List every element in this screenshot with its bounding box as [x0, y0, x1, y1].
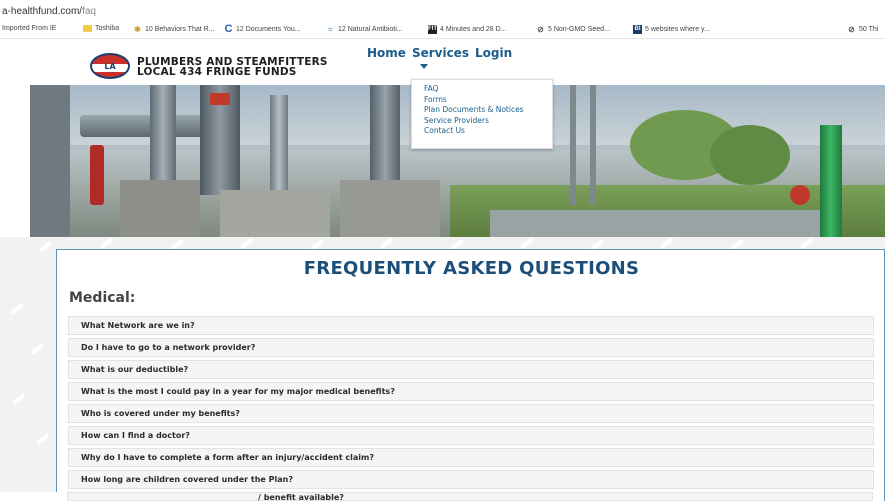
faq-item[interactable]: Who is covered under my benefits?	[68, 404, 874, 423]
faq-panel: FREQUENTLY ASKED QUESTIONS Medical: What…	[56, 249, 885, 501]
chevron-down-icon[interactable]	[420, 64, 428, 69]
menu-item-faq[interactable]: FAQ	[424, 84, 552, 95]
faq-item[interactable]: What is our deductible?	[68, 360, 874, 379]
site-icon: ≈	[328, 25, 333, 34]
bookmark-50-things[interactable]: ⊘ 50 Thi	[847, 25, 878, 34]
bookmark-12-documents[interactable]: C 12 Documents You...	[224, 23, 301, 35]
menu-item-service-providers[interactable]: Service Providers	[424, 116, 552, 127]
menu-item-plan-documents[interactable]: Plan Documents & Notices	[424, 105, 552, 116]
faq-item[interactable]: What is the most I could pay in a year f…	[68, 382, 874, 401]
faq-item[interactable]: Why do I have to complete a form after a…	[68, 448, 874, 467]
bookmark-5-websites[interactable]: BI 5 websites where y...	[633, 25, 710, 34]
bookmark-imported-from-ie[interactable]: Imported From IE	[2, 25, 56, 32]
faq-item[interactable]: How can I find a doctor?	[68, 426, 874, 445]
main-nav: Home Services Login	[367, 46, 512, 60]
menu-item-forms[interactable]: Forms	[424, 95, 552, 106]
url-text[interactable]: a-healthfund.com/faq	[2, 6, 96, 17]
faq-item[interactable]: How long are children covered under the …	[68, 470, 874, 489]
bookmark-12-natural[interactable]: ≈12 Natural Antibioti...	[326, 25, 402, 34]
page-title: FREQUENTLY ASKED QUESTIONS	[303, 258, 640, 279]
union-logo[interactable]: LA	[90, 53, 130, 79]
site-fit-icon: FIT	[428, 25, 437, 34]
faq-item-partial[interactable]: / benefit available?	[0, 492, 885, 501]
bookmark-4-minutes[interactable]: FIT 4 Minutes and 28 D...	[428, 25, 507, 34]
folder-icon	[83, 25, 92, 32]
bookmark-toshiba[interactable]: Toshiba	[83, 25, 119, 32]
faq-item[interactable]: Do I have to go to a network provider?	[68, 338, 874, 357]
site-c-icon: C	[224, 23, 233, 35]
address-bar[interactable]: a-healthfund.com/faq	[0, 0, 885, 22]
brand-name[interactable]: PLUMBERS AND STEAMFITTERS LOCAL 434 FRIN…	[137, 57, 328, 78]
nav-home[interactable]: Home	[367, 46, 406, 60]
bookmark-10-behaviors[interactable]: ✱ 10 Behaviors That R...	[133, 25, 214, 34]
section-title-medical: Medical:	[69, 290, 136, 306]
nav-services[interactable]: Services	[412, 46, 469, 60]
site-icon: ✱	[134, 25, 141, 34]
services-dropdown: FAQ Forms Plan Documents & Notices Servi…	[411, 79, 553, 149]
nav-login[interactable]: Login	[475, 46, 512, 60]
site-bi-icon: BI	[633, 25, 642, 34]
faq-item[interactable]: What Network are we in?	[68, 316, 874, 335]
site-icon: ⊘	[848, 25, 855, 34]
bookmark-5-non-gmo[interactable]: ⊘ 5 Non-GMO Seed...	[536, 25, 610, 34]
site-icon: ⊘	[537, 25, 544, 34]
bookmarks-bar: Imported From IE Toshiba ✱ 10 Behaviors T…	[0, 22, 885, 39]
menu-item-contact-us[interactable]: Contact Us	[424, 126, 552, 137]
